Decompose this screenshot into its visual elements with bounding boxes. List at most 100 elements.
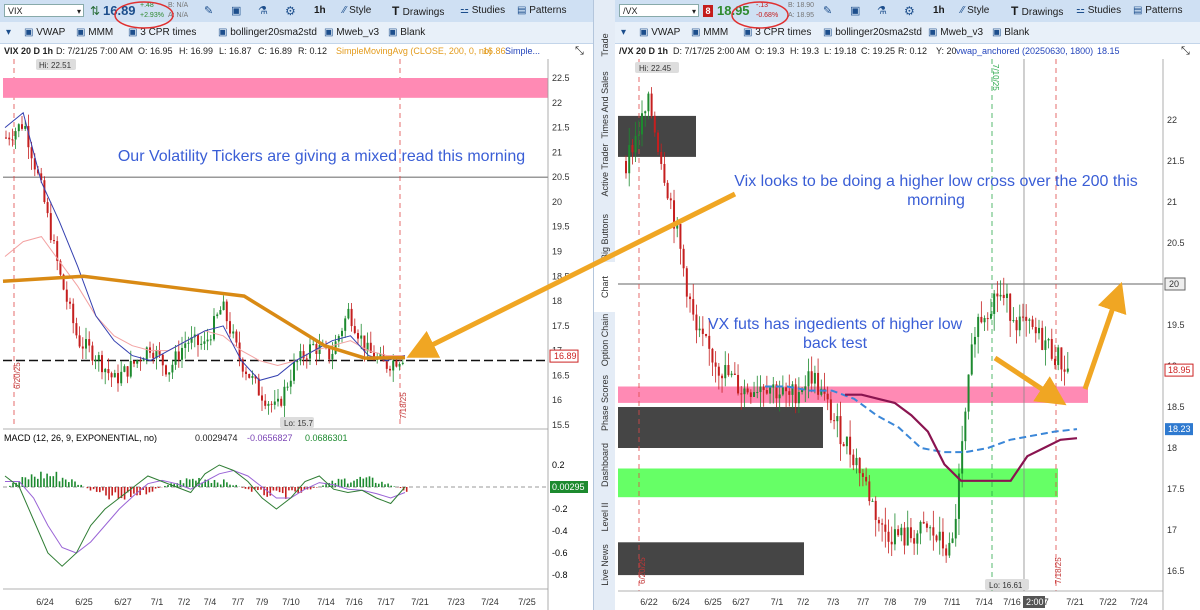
macd-histogram-bar (164, 485, 166, 487)
left-patterns-button[interactable]: ▤ Patterns (517, 0, 566, 22)
right-candle (858, 457, 861, 474)
left-candle (65, 289, 68, 302)
left-candle (14, 131, 17, 140)
left-y-tick: 16 (552, 395, 562, 405)
tab-phase-scores[interactable]: Phase Scores (594, 375, 616, 431)
right-candle (1015, 320, 1018, 331)
left-candle (353, 326, 356, 334)
left-style-button[interactable]: ⁄⁄ Style (343, 0, 371, 22)
macd-histogram-bar (49, 476, 51, 487)
right-candle (1028, 319, 1031, 321)
right-chart-settings-icon[interactable]: ⤡ (1181, 44, 1190, 59)
right-study-blank[interactable]: ▣ Blank (992, 22, 1029, 43)
left-date-marker-label: 6/20/25 (13, 362, 22, 389)
left-study-mweb[interactable]: ▣ Mweb_v3 (324, 22, 379, 43)
macd-histogram-bar (294, 487, 296, 492)
left-order-icon[interactable]: ✎ (204, 0, 213, 22)
right-y-tick: 19.5 (1167, 320, 1185, 330)
left-interval-button[interactable]: 1h (314, 0, 326, 22)
tab-chart[interactable]: Chart (594, 262, 616, 312)
study-label: Blank (1004, 27, 1030, 38)
right-study-mweb[interactable]: ▣ Mweb_v3 (928, 22, 983, 43)
right-candle (999, 294, 1002, 297)
right-x-tick: 6/24 (672, 597, 690, 607)
right-candle (682, 248, 685, 269)
right-candle (650, 93, 653, 116)
tab-label: Chart (600, 275, 610, 299)
macd-histogram-bar (61, 477, 64, 487)
left-style-label: Style (349, 5, 372, 16)
right-candle (909, 527, 912, 539)
tab-times-and-sales[interactable]: Times And Sales (594, 71, 616, 138)
tab-dashboard[interactable]: Dashboard (594, 440, 616, 490)
right-candle (996, 293, 999, 297)
right-candle (733, 373, 736, 375)
right-study-vwap[interactable]: ▣ VWAP (639, 22, 680, 43)
right-candle (871, 500, 874, 502)
right-candle (913, 538, 916, 544)
left-candle (168, 372, 171, 375)
left-study-bollinger[interactable]: ▣ bollinger20sma2std (218, 22, 317, 43)
right-flask-icon[interactable]: ⚗ (877, 0, 887, 22)
right-y-tick: 18 (1167, 443, 1177, 453)
right-y-tick: 18.5 (1167, 402, 1185, 412)
right-interval-button[interactable]: 1h (933, 0, 945, 22)
right-order-icon[interactable]: ✎ (823, 0, 832, 22)
right-link-badge[interactable]: 8 (703, 5, 713, 17)
macd-histogram-bar (99, 487, 101, 493)
left-study-vwap[interactable]: ▣ VWAP (24, 22, 65, 43)
macd-histogram-bar (374, 482, 377, 487)
right-info-range: R: 0.12 (898, 46, 928, 56)
left-candle (85, 339, 87, 349)
left-symbol-input[interactable]: VIX ▾ (4, 4, 84, 17)
tab-option-chain[interactable]: Option Chain (594, 314, 616, 367)
left-studies-button[interactable]: ⚍ Studies (460, 0, 505, 22)
left-candle (280, 398, 283, 406)
left-drawings-button[interactable]: T Drawings (392, 0, 444, 22)
tab-level-ii[interactable]: Level II (594, 492, 616, 542)
right-info-low: L: 19.18 (824, 46, 857, 56)
right-study-bollinger[interactable]: ▣ bollinger20sma2std (823, 22, 922, 43)
left-candle (289, 380, 292, 387)
left-date-marker-label: 7/18/25 (399, 392, 408, 419)
left-study-cpr[interactable]: ▣ 3 CPR times (128, 22, 196, 43)
left-candle (49, 213, 52, 241)
right-study-cpr[interactable]: ▣ 3 CPR times (743, 22, 811, 43)
left-study-mmm[interactable]: ▣ MMM (76, 22, 113, 43)
right-gear-icon[interactable]: ⚙ (904, 0, 915, 22)
patterns-icon: ▤ (517, 5, 530, 16)
right-candle (948, 542, 951, 556)
left-gear-icon[interactable]: ⚙ (285, 0, 296, 22)
left-study-icon[interactable]: ▾ (6, 22, 11, 43)
right-symbol-input[interactable]: /VX ▾ (619, 4, 699, 17)
macd-histogram-bar (381, 481, 383, 487)
left-candle (184, 343, 187, 348)
left-candle (8, 137, 11, 140)
macd-histogram-bar (353, 480, 355, 487)
left-candle (264, 400, 267, 406)
macd-histogram-bar (27, 479, 30, 487)
study-label: 3 CPR times (140, 27, 197, 38)
right-candle (922, 521, 925, 524)
right-style-button[interactable]: ⁄⁄ Style (961, 0, 989, 22)
right-drawings-button[interactable]: T Drawings (1011, 0, 1063, 22)
left-study-blank[interactable]: ▣ Blank (388, 22, 425, 43)
left-flask-icon[interactable]: ⚗ (258, 0, 268, 22)
tab-active-trader[interactable]: Active Trader (594, 143, 616, 196)
tab-big-buttons[interactable]: Big Buttons (594, 212, 616, 262)
tab-trade[interactable]: Trade (594, 20, 616, 70)
left-snapshot-icon[interactable]: ▣ (231, 0, 241, 22)
right-snapshot-icon[interactable]: ▣ (850, 0, 860, 22)
left-alert-icon[interactable]: ⇅ (90, 0, 100, 22)
right-studies-button[interactable]: ⚍ Studies (1076, 0, 1121, 22)
right-study-icon[interactable]: ▾ (621, 22, 626, 43)
tab-label: Live News (600, 544, 610, 586)
macd-histogram-bar (260, 487, 262, 490)
tab-live-news[interactable]: Live News (594, 540, 616, 590)
left-candle (136, 360, 139, 364)
macd-histogram-bar (117, 487, 120, 499)
right-patterns-button[interactable]: ▤ Patterns (1133, 0, 1182, 22)
right-candle (1050, 338, 1053, 359)
left-chart-settings-icon[interactable]: ⤡ (575, 44, 584, 59)
right-study-mmm[interactable]: ▣ MMM (691, 22, 728, 43)
